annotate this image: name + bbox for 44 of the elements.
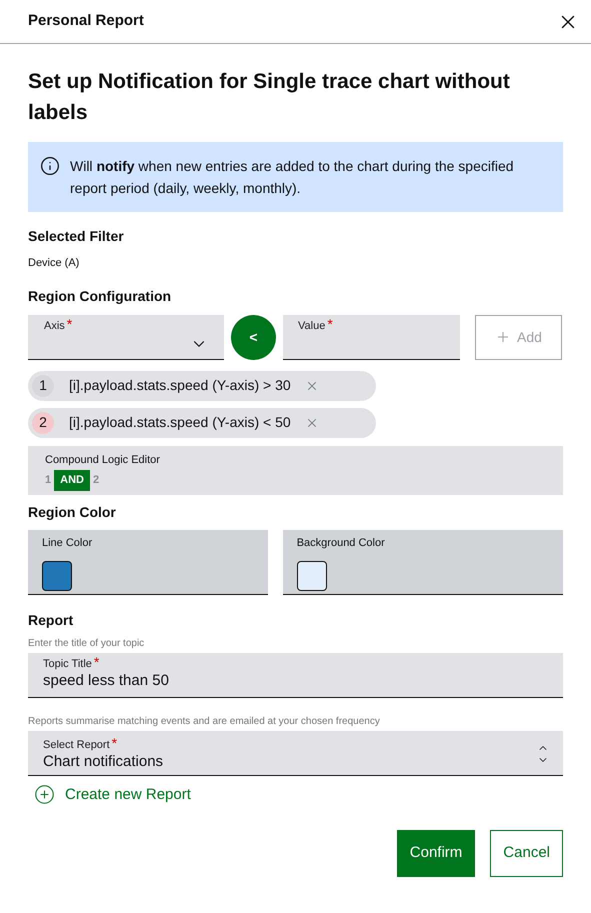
plus-circle-icon — [34, 784, 55, 806]
field-value: speed less than 50 — [43, 672, 170, 690]
condition-number: 2 — [32, 412, 54, 434]
required-mark: * — [94, 656, 100, 668]
field-label: Topic Title — [43, 656, 92, 672]
color-picker[interactable]: Background Color — [282, 530, 563, 594]
condition-number: 1 — [32, 374, 54, 396]
logic-operator[interactable]: AND — [54, 470, 90, 490]
info-icon — [40, 156, 60, 176]
operator-button[interactable]: < — [231, 314, 276, 360]
color-swatch[interactable] — [296, 561, 327, 591]
required-mark: * — [327, 318, 333, 330]
dialog-title: Personal Report — [28, 11, 144, 32]
field-value: Chart notifications — [43, 753, 164, 772]
field-label: Axis — [44, 318, 65, 334]
hint-text: Reports summarise matching events and are emailed at your chosen frequency — [28, 714, 381, 728]
logic-operand: 2 — [92, 473, 100, 488]
value-field[interactable]: Value* — [283, 314, 460, 360]
filter-value: Device (A) — [28, 256, 80, 271]
cancel-button[interactable]: Cancel — [490, 830, 563, 877]
confirm-button[interactable]: Confirm — [396, 830, 476, 877]
hint-text: Enter the title of your topic — [28, 636, 146, 650]
field-label: Select Report — [43, 738, 110, 753]
field-label: Value — [298, 318, 326, 334]
topic-title-field[interactable]: Topic Title* speed less than 50 — [28, 652, 563, 698]
section-title: Report — [28, 610, 74, 630]
create-report-link[interactable]: Create new Report — [34, 784, 191, 806]
section-title: Region Configuration — [28, 286, 172, 306]
required-mark: * — [66, 318, 72, 330]
condition-text: [i].payload.stats.speed (Y-axis) > 30 — [69, 376, 291, 395]
required-mark: * — [112, 736, 118, 749]
field-label: Line Color — [42, 536, 94, 550]
heading: Set up Notification for Single trace chart without labels — [28, 69, 511, 126]
field-label: Background Color — [296, 536, 386, 550]
logic-operand: 1 — [45, 473, 52, 488]
section-title: Region Color — [28, 502, 117, 522]
report-select[interactable]: Select Report* Chart notifications — [28, 730, 563, 776]
color-picker[interactable]: Line Color — [28, 530, 268, 594]
info-text: Will notify when new entries are added to the chart during the specified report period (daily, weekly, monthly). — [70, 157, 515, 198]
color-swatch[interactable] — [42, 561, 72, 591]
axis-select[interactable]: Axis* — [28, 314, 224, 360]
logic-editor-label: Compound Logic Editor — [45, 452, 161, 468]
condition-text: [i].payload.stats.speed (Y-axis) < 50 — [69, 413, 291, 432]
section-title: Selected Filter — [28, 227, 125, 246]
